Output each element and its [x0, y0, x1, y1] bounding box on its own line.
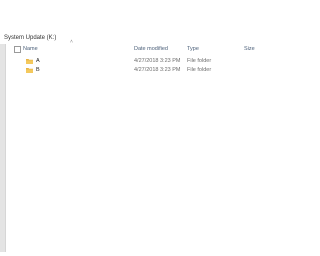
folder-icon	[26, 68, 33, 73]
column-header-date-modified[interactable]: Date modified	[134, 46, 168, 53]
file-type: File folder	[187, 67, 212, 73]
file-name: A	[36, 58, 40, 64]
select-all-checkbox[interactable]	[14, 46, 21, 53]
file-date-modified: 4/27/2018 3:23 PM	[134, 58, 181, 64]
file-type: File folder	[187, 58, 212, 64]
folder-icon	[26, 59, 33, 64]
column-header-name[interactable]: Name	[23, 46, 38, 53]
toolbar-area	[0, 0, 256, 33]
file-name: B	[36, 67, 40, 73]
file-date-modified: 4/27/2018 3:23 PM	[134, 67, 181, 73]
navigation-pane[interactable]	[0, 44, 6, 252]
column-header-row: Name Date modified Type Size	[6, 44, 256, 55]
column-header-type[interactable]: Type	[187, 46, 199, 53]
file-row-b[interactable]: B 4/27/2018 3:23 PM File folder	[6, 66, 256, 75]
address-bar[interactable]: System Update (K:)	[4, 34, 56, 42]
column-header-size[interactable]: Size	[244, 46, 255, 53]
file-row-a[interactable]: A 4/27/2018 3:23 PM File folder	[6, 57, 256, 66]
